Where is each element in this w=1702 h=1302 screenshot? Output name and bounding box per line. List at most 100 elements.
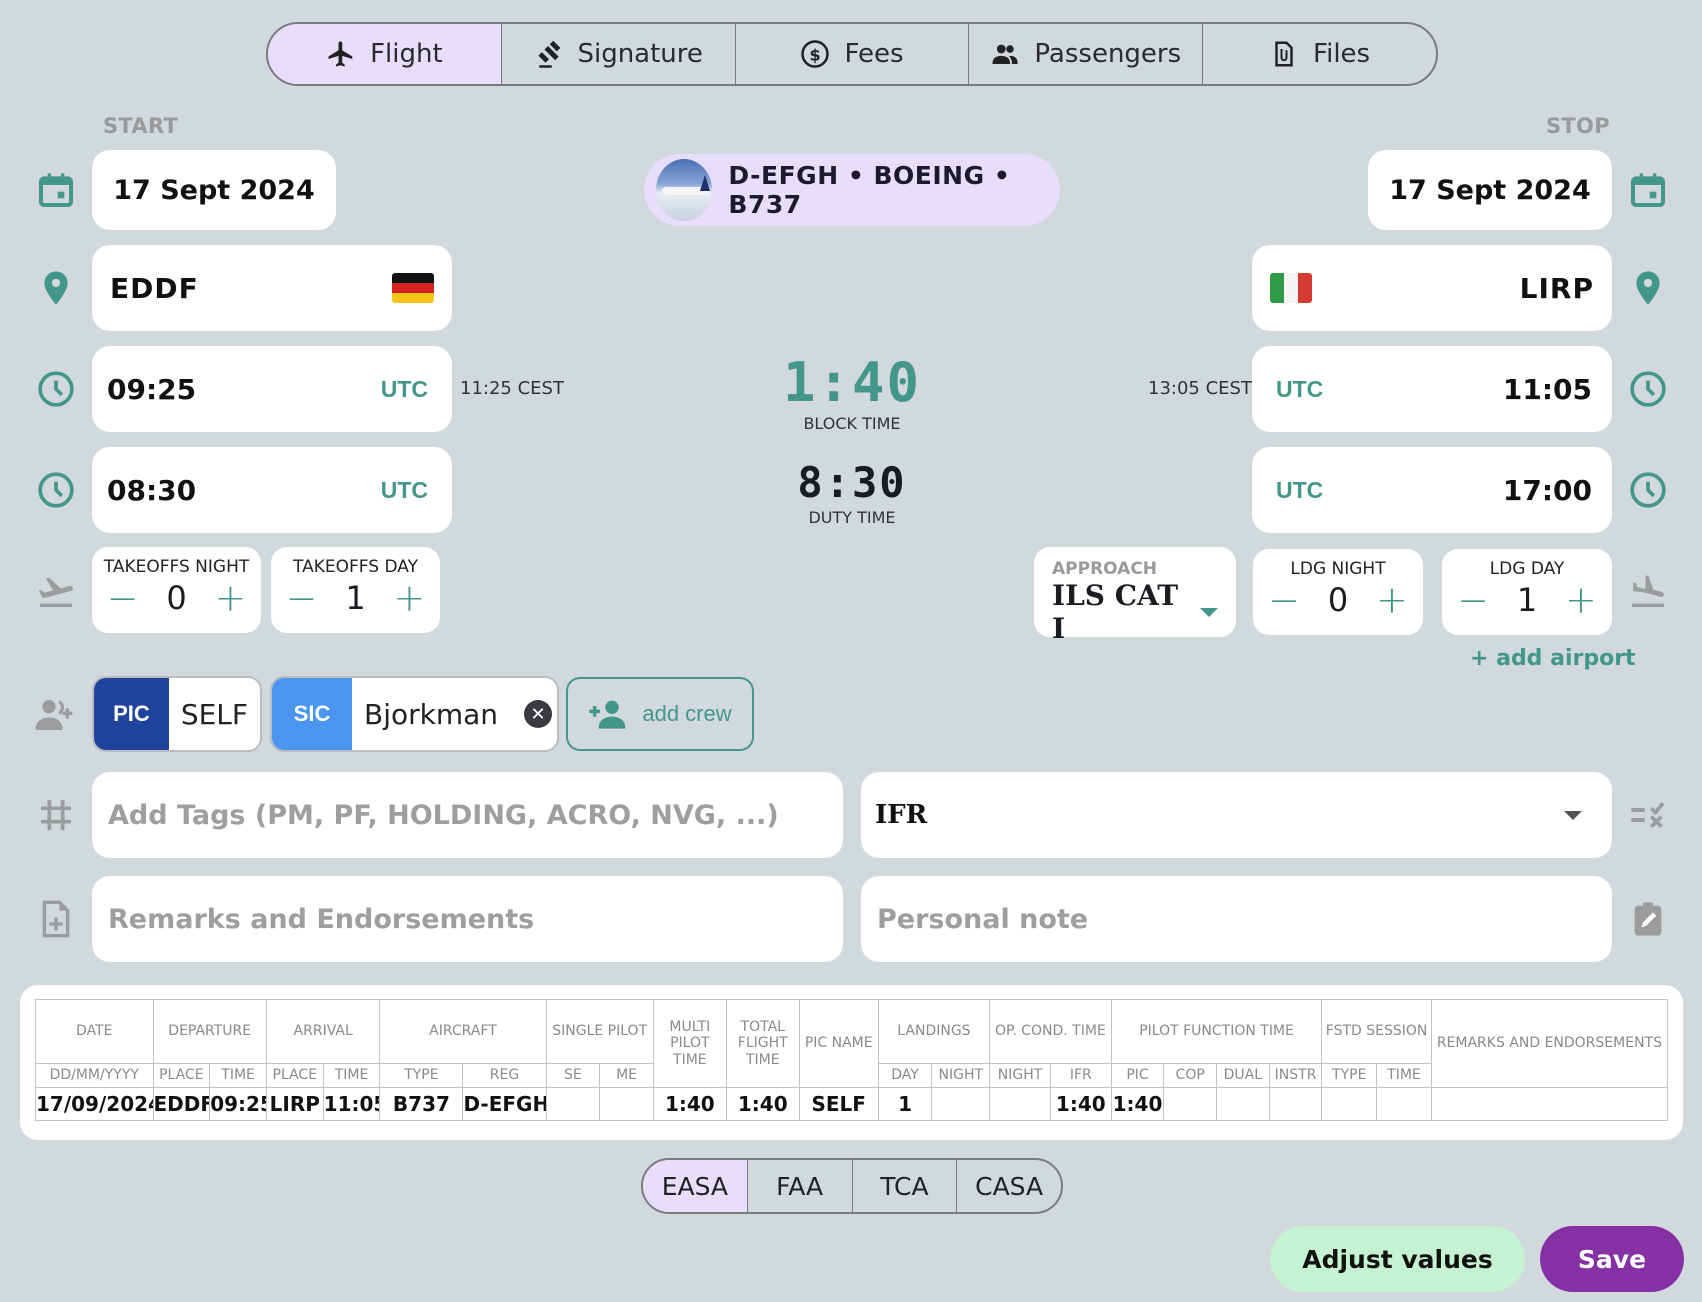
subheader-arr-place: PLACE [265,1063,324,1088]
cell-ac-reg: D-EFGH [462,1087,547,1121]
header-landings: LANDINGS [877,999,991,1064]
approach-select[interactable]: APPROACH ILS CAT I [1034,547,1236,645]
block-time-value: 1:40 [782,351,922,414]
block-out-timezone[interactable]: UTC [381,376,428,403]
clock-icon [1628,369,1668,409]
calendar-icon [1628,170,1668,210]
takeoffs-day-increment-button[interactable]: + [394,579,426,617]
regulator-easa[interactable]: EASA [643,1160,748,1212]
stop-date-value: 17 Sept 2024 [1389,174,1591,206]
regulator-tca[interactable]: TCA [853,1160,958,1212]
subheader-op-ifr: IFR [1049,1063,1112,1088]
takeoffs-day-decrement-button[interactable]: − [286,579,318,617]
flight-rules-select[interactable]: IFR [861,772,1612,858]
header-arrival: ARRIVAL [265,999,381,1064]
landings-night-increment-button[interactable]: + [1376,581,1408,619]
cell-pf-instr [1268,1087,1323,1121]
crew-role-badge: SIC [272,678,352,750]
aircraft-label: D-EFGH • BOEING • B737 [728,161,1011,219]
regulator-casa[interactable]: CASA [957,1160,1061,1212]
cell-op-night [989,1087,1051,1121]
subheader-arr-time: TIME [322,1063,381,1088]
block-out-local-time: 11:25 CEST [460,378,564,399]
subheader-pf-instr: INSTR [1268,1063,1323,1088]
start-label: START [103,114,179,138]
cell-fstd-type [1321,1087,1378,1121]
calendar-icon [36,170,76,210]
save-button[interactable]: Save [1540,1226,1684,1292]
subheader-pf-pic: PIC [1110,1063,1165,1088]
checklist-icon [1628,795,1668,835]
header-op-cond-time: OP. COND. TIME [989,999,1112,1064]
duty-end-timezone[interactable]: UTC [1276,477,1323,504]
duty-end-time-field[interactable]: UTC 17:00 [1252,447,1612,533]
takeoffs-night-value: 0 [166,579,187,617]
tab-passengers[interactable]: Passengers [969,24,1204,84]
duty-start-time-value: 08:30 [107,473,197,507]
duty-time-value: 8:30 [797,458,907,507]
cell-op-ifr: 1:40 [1049,1087,1112,1121]
arrival-airport-field[interactable]: LIRP [1252,245,1612,331]
regulator-toggle: EASA FAA TCA CASA [641,1158,1063,1214]
landings-day-label: LDG DAY [1489,559,1565,579]
takeoffs-day-label: TAKEOFFS DAY [293,557,418,577]
aircraft-selector[interactable]: D-EFGH • BOEING • B737 [644,154,1060,226]
cell-remarks [1430,1087,1669,1121]
duty-end-time-value: 17:00 [1502,473,1592,507]
tab-fees-label: Fees [844,39,904,69]
regulator-faa[interactable]: FAA [748,1160,853,1212]
add-person-group-icon [34,695,74,735]
block-in-time-field[interactable]: UTC 11:05 [1252,346,1612,432]
tab-signature[interactable]: Signature [502,24,736,84]
crew-chip-pic[interactable]: PIC SELF [92,676,262,752]
cell-pf-cop [1163,1087,1218,1121]
cell-date: 17/09/2024 [35,1087,154,1121]
cell-multi-pilot: 1:40 [652,1087,727,1121]
add-airport-link[interactable]: + add airport [1470,646,1636,671]
cell-arr-place: LIRP [265,1087,324,1121]
approach-label: APPROACH [1052,559,1158,579]
takeoffs-night-increment-button[interactable]: + [215,579,247,617]
block-out-time-value: 09:25 [107,372,197,406]
block-in-local-time: 13:05 CEST [1148,378,1252,399]
remarks-input[interactable] [92,876,843,962]
duty-start-time-field[interactable]: 08:30 UTC [92,447,452,533]
add-crew-button[interactable]: add crew [566,677,754,751]
start-date-field[interactable]: 17 Sept 2024 [92,150,336,230]
tab-fees[interactable]: $ Fees [736,24,970,84]
landings-day-increment-button[interactable]: + [1565,581,1597,619]
tab-files-label: Files [1313,39,1371,69]
cell-arr-time: 11:05 [322,1087,381,1121]
tab-passengers-label: Passengers [1034,39,1182,69]
subheader-op-night: NIGHT [989,1063,1051,1088]
adjust-values-button[interactable]: Adjust values [1270,1226,1525,1292]
dropdown-arrow-icon [1200,607,1218,617]
subheader-dep-time: TIME [209,1063,267,1088]
block-in-timezone[interactable]: UTC [1276,376,1323,403]
cell-total-flight: 1:40 [725,1087,800,1121]
stop-label: STOP [1546,114,1610,138]
takeoffs-night-decrement-button[interactable]: − [107,579,139,617]
clipboard-edit-icon [1628,899,1668,939]
cell-ac-type: B737 [379,1087,464,1121]
tab-files[interactable]: Files [1203,24,1436,84]
takeoffs-night-label: TAKEOFFS NIGHT [103,557,250,577]
header-total-flight-time: TOTAL FLIGHT TIME [725,999,800,1088]
dropdown-arrow-icon [1564,810,1582,820]
stop-date-field[interactable]: 17 Sept 2024 [1368,150,1612,230]
landings-night-decrement-button[interactable]: − [1268,581,1300,619]
personal-note-input[interactable] [861,876,1612,962]
tags-input[interactable] [92,772,843,858]
remove-crew-icon[interactable]: ✕ [524,700,553,728]
landings-day-decrement-button[interactable]: − [1457,581,1489,619]
tab-flight-label: Flight [370,39,443,69]
block-time-label: BLOCK TIME [803,414,901,433]
departure-airport-field[interactable]: EDDF [92,245,452,331]
tab-flight[interactable]: Flight [268,24,502,84]
cell-fstd-time [1376,1087,1432,1121]
germany-flag-icon [392,273,434,303]
block-out-time-field[interactable]: 09:25 UTC [92,346,452,432]
duty-start-timezone[interactable]: UTC [381,477,428,504]
header-pilot-function-time: PILOT FUNCTION TIME [1110,999,1323,1064]
crew-chip-sic[interactable]: SIC Bjorkman ✕ [270,676,559,752]
